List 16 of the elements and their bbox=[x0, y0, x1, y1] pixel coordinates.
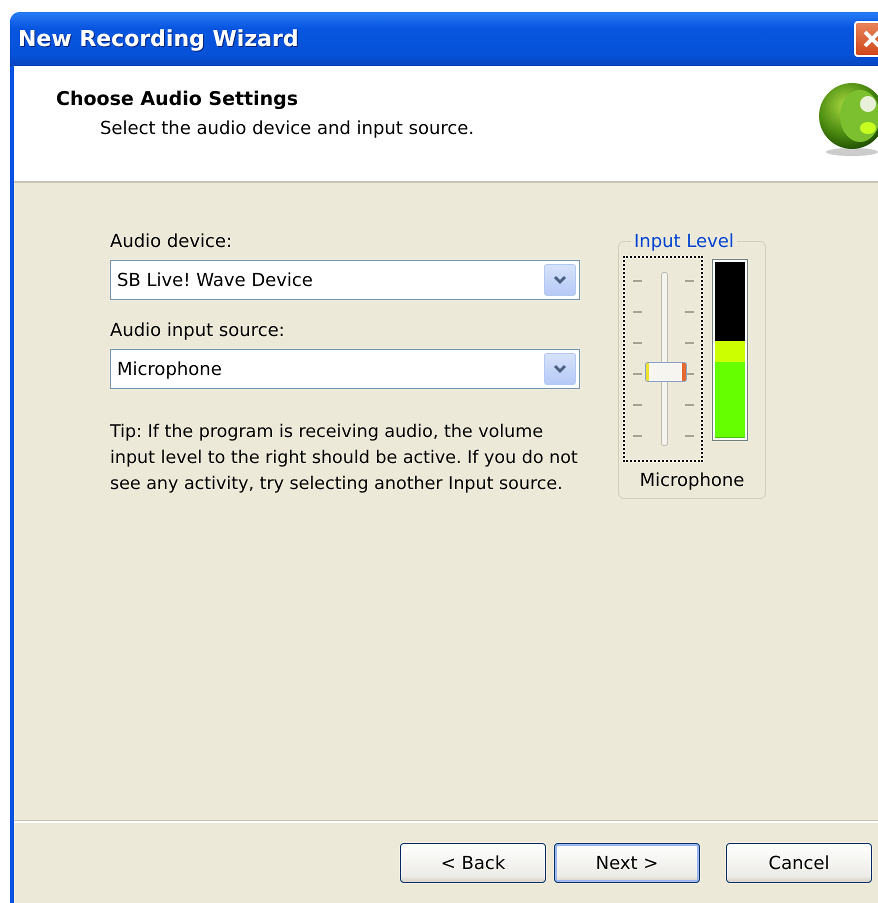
dropdown[interactable]: SB Live! Wave Device bbox=[110, 260, 580, 300]
next-button[interactable]: Next > bbox=[554, 843, 700, 883]
volume-slider[interactable] bbox=[623, 256, 703, 462]
tip-text: Tip: If the program is receiving audio, the volume input level to the right should be active. If you do not see any activity, try selecting another Input source. bbox=[110, 421, 579, 496]
slider-thumb[interactable] bbox=[645, 362, 687, 382]
field-label: Audio input source: bbox=[110, 320, 286, 341]
field-label: Audio device: bbox=[110, 231, 234, 252]
group-title: Input Level bbox=[633, 231, 735, 252]
window-title: New Recording Wizard bbox=[18, 26, 299, 52]
cancel-button[interactable]: Cancel bbox=[726, 843, 872, 883]
close-icon bbox=[861, 28, 878, 50]
back-button[interactable]: < Back bbox=[400, 843, 546, 883]
source-label: Microphone bbox=[638, 470, 746, 491]
step-title: Choose Audio Settings bbox=[56, 88, 300, 110]
dropdown[interactable]: Microphone bbox=[110, 349, 580, 389]
step-subtitle: Select the audio device and input source. bbox=[100, 118, 474, 139]
